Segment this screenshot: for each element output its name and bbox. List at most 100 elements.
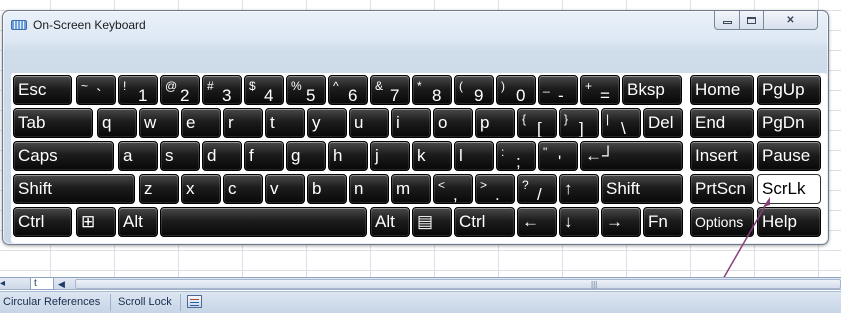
- maximize-icon: [747, 16, 756, 24]
- key-symbol[interactable]: →: [601, 207, 641, 237]
- scroll-lock-status[interactable]: Scroll Lock: [118, 296, 172, 308]
- key-pause[interactable]: Pause: [757, 141, 821, 171]
- key-v[interactable]: v: [265, 174, 305, 204]
- key-z[interactable]: z: [139, 174, 179, 204]
- windows-key[interactable]: ⊞: [76, 207, 116, 237]
- close-button[interactable]: ✕: [764, 11, 818, 30]
- key-=[interactable]: + =: [580, 75, 620, 105]
- key-;[interactable]: :;: [496, 141, 536, 171]
- sheet-tab[interactable]: t: [30, 278, 54, 290]
- key-h[interactable]: h: [328, 141, 368, 171]
- key-i[interactable]: i: [391, 108, 431, 138]
- key-\[interactable]: | \: [601, 108, 641, 138]
- key-.[interactable]: >.: [475, 174, 515, 204]
- macro-record-icon[interactable]: [187, 295, 202, 308]
- key-/[interactable]: ? /: [517, 174, 557, 204]
- key-end[interactable]: End: [690, 108, 754, 138]
- key-scrlk[interactable]: ScrLk: [757, 174, 821, 204]
- key-bksp[interactable]: Bksp: [622, 75, 682, 105]
- key-shift-char: ): [501, 79, 505, 93]
- key-symbol[interactable]: ↑: [559, 174, 599, 204]
- key-9[interactable]: (9: [454, 75, 494, 105]
- key-tab[interactable]: Tab: [13, 108, 93, 138]
- key-prtscn[interactable]: PrtScn: [690, 174, 754, 204]
- caption-buttons: ✕: [714, 11, 818, 30]
- key-u[interactable]: u: [349, 108, 389, 138]
- key-shift[interactable]: Shift: [13, 174, 135, 204]
- key-s[interactable]: s: [160, 141, 200, 171]
- key-ctrl[interactable]: Ctrl: [13, 207, 72, 237]
- key-e[interactable]: e: [181, 108, 221, 138]
- key-b[interactable]: b: [307, 174, 347, 204]
- key-home[interactable]: Home: [690, 75, 754, 105]
- key-del[interactable]: Del: [643, 108, 683, 138]
- status-bar: Circular References Scroll Lock: [0, 291, 841, 313]
- space-key[interactable]: [160, 207, 367, 237]
- key-w[interactable]: w: [139, 108, 179, 138]
- key-7[interactable]: & 7: [370, 75, 410, 105]
- minimize-button[interactable]: [714, 11, 740, 30]
- key-l[interactable]: l: [454, 141, 494, 171]
- key-g[interactable]: g: [286, 141, 326, 171]
- key-shift-char: $: [249, 79, 256, 93]
- key-a[interactable]: a: [118, 141, 158, 171]
- title-bar[interactable]: On-Screen Keyboard ✕: [3, 11, 828, 41]
- key-x[interactable]: x: [181, 174, 221, 204]
- key-j[interactable]: j: [370, 141, 410, 171]
- key-caps[interactable]: Caps: [13, 141, 114, 171]
- key-shift[interactable]: Shift: [601, 174, 683, 204]
- key-d[interactable]: d: [202, 141, 242, 171]
- key-shift-char: |: [606, 112, 610, 126]
- key-,[interactable]: <,: [433, 174, 473, 204]
- key-o[interactable]: o: [433, 108, 473, 138]
- key-symbol[interactable]: ←┘: [580, 141, 683, 171]
- key-pgup[interactable]: PgUp: [757, 75, 821, 105]
- key-k[interactable]: k: [412, 141, 452, 171]
- key-2[interactable]: @2: [160, 75, 200, 105]
- key-insert[interactable]: Insert: [690, 141, 754, 171]
- key-f[interactable]: f: [244, 141, 284, 171]
- key-[[interactable]: {[: [517, 108, 557, 138]
- key-pgdn[interactable]: PgDn: [757, 108, 821, 138]
- key-help[interactable]: Help: [757, 207, 821, 237]
- key-m[interactable]: m: [391, 174, 431, 204]
- key-esc[interactable]: Esc: [13, 75, 72, 105]
- key-8[interactable]: * 8: [412, 75, 452, 105]
- key-y[interactable]: y: [307, 108, 347, 138]
- key-q[interactable]: q: [97, 108, 137, 138]
- sheet-tab-strip: ◂ t ◀ |||: [0, 277, 841, 290]
- key-alt[interactable]: Alt: [370, 207, 410, 237]
- key-shift-char: !: [123, 79, 127, 93]
- key-symbol[interactable]: ←: [517, 207, 557, 237]
- key-base-char: .: [495, 185, 500, 204]
- key-1[interactable]: ! 1: [118, 75, 158, 105]
- key-alt[interactable]: Alt: [118, 207, 158, 237]
- horizontal-scrollbar[interactable]: |||: [75, 279, 841, 289]
- key-`[interactable]: ~ `: [76, 75, 116, 105]
- key-base-char: `: [96, 86, 102, 105]
- key-0[interactable]: ) 0: [496, 75, 536, 105]
- key-options[interactable]: Options: [690, 207, 754, 237]
- key-c[interactable]: c: [223, 174, 263, 204]
- key-shift-char: ~: [81, 79, 89, 93]
- key-ctrl[interactable]: Ctrl: [454, 207, 515, 237]
- key-'[interactable]: " ': [538, 141, 578, 171]
- key-3[interactable]: #3: [202, 75, 242, 105]
- key-4[interactable]: $4: [244, 75, 284, 105]
- key-5[interactable]: % 5: [286, 75, 326, 105]
- scroll-left-arrow[interactable]: ◀: [58, 279, 65, 290]
- key-p[interactable]: p: [475, 108, 515, 138]
- key-n[interactable]: n: [349, 174, 389, 204]
- key-symbol[interactable]: ↓: [559, 207, 599, 237]
- key-r[interactable]: r: [223, 108, 263, 138]
- sheet-nav-button[interactable]: ◂: [0, 278, 5, 290]
- key-shift-char: (: [459, 79, 463, 93]
- key-fn[interactable]: Fn: [643, 207, 683, 237]
- menu-key[interactable]: ▤: [412, 207, 452, 237]
- circular-references-status[interactable]: Circular References: [3, 296, 100, 308]
- key-t[interactable]: t: [265, 108, 305, 138]
- key--[interactable]: _ -: [538, 75, 578, 105]
- key-][interactable]: }]: [559, 108, 599, 138]
- maximize-button[interactable]: [740, 11, 764, 30]
- key-6[interactable]: ^ 6: [328, 75, 368, 105]
